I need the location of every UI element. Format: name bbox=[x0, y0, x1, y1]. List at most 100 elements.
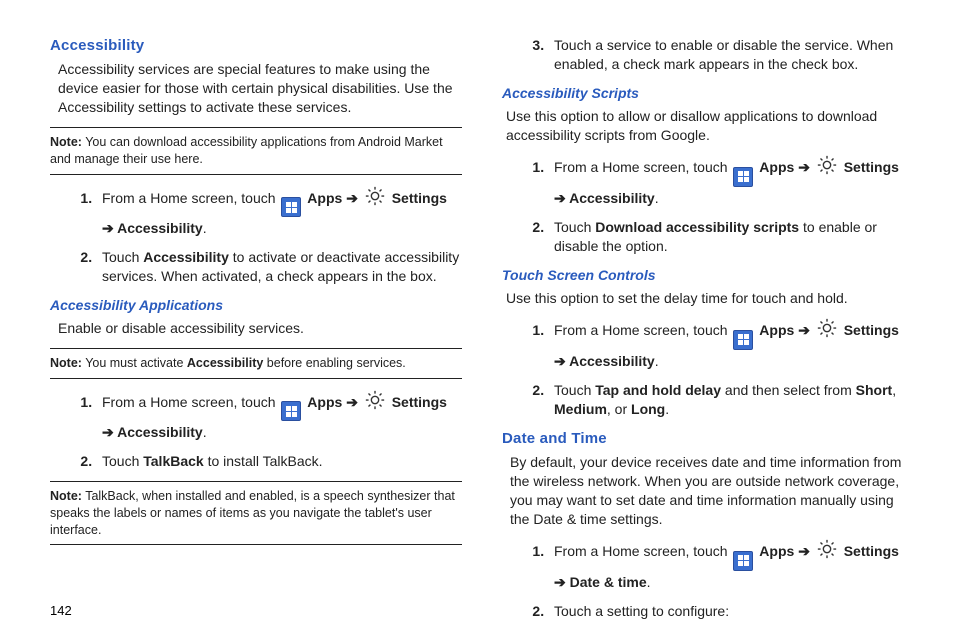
arrow-icon: ➔ bbox=[798, 159, 814, 175]
accessibility-intro: Accessibility services are special featu… bbox=[58, 60, 462, 117]
accessibility-label: Accessibility bbox=[117, 424, 203, 440]
step-3: Touch a service to enable or disable the… bbox=[548, 36, 914, 74]
step-text: Touch bbox=[102, 249, 143, 265]
heading-accessibility-scripts: Accessibility Scripts bbox=[502, 84, 914, 103]
period: . bbox=[203, 424, 207, 440]
step-text: and then select from bbox=[721, 382, 856, 398]
step-2: Touch TalkBack to install TalkBack. bbox=[96, 452, 462, 471]
period: . bbox=[665, 401, 669, 417]
gear-icon bbox=[364, 389, 386, 416]
arrow-icon: ➔ bbox=[798, 322, 814, 338]
scripts-intro: Use this option to allow or disallow app… bbox=[506, 107, 914, 145]
step-1: From a Home screen, touch Apps ➔ Setting… bbox=[548, 538, 914, 591]
step-2: Touch a setting to configure: bbox=[548, 602, 914, 621]
arrow-icon: ➔ bbox=[102, 424, 117, 440]
step-2: Touch Accessibility to activate or deact… bbox=[96, 248, 462, 286]
step-1: From a Home screen, touch Apps ➔ Setting… bbox=[548, 317, 914, 370]
touch-steps: From a Home screen, touch Apps ➔ Setting… bbox=[502, 317, 914, 418]
apps-label: Apps bbox=[307, 190, 346, 206]
note-label: Note: bbox=[50, 135, 82, 149]
step-text: to install TalkBack. bbox=[204, 453, 323, 469]
apps-label: Apps bbox=[307, 394, 346, 410]
arrow-icon: ➔ bbox=[554, 190, 569, 206]
arrow-icon: ➔ bbox=[554, 353, 569, 369]
note-label: Note: bbox=[50, 356, 82, 370]
note-text: before enabling services. bbox=[263, 356, 405, 370]
settings-label: Settings bbox=[844, 322, 899, 338]
continued-steps: Touch a service to enable or disable the… bbox=[502, 36, 914, 74]
note-text: You must activate bbox=[82, 356, 187, 370]
short-bold: Short bbox=[856, 382, 893, 398]
apps-icon bbox=[733, 546, 753, 571]
settings-label: Settings bbox=[844, 543, 899, 559]
note-talkback: Note: TalkBack, when installed and enabl… bbox=[50, 481, 462, 546]
note-label: Note: bbox=[50, 489, 82, 503]
period: . bbox=[647, 574, 651, 590]
settings-label: Settings bbox=[844, 159, 899, 175]
accessibility-steps: From a Home screen, touch Apps ➔ Setting… bbox=[50, 185, 462, 286]
heading-touch-screen-controls: Touch Screen Controls bbox=[502, 266, 914, 285]
datetime-steps: From a Home screen, touch Apps ➔ Setting… bbox=[502, 538, 914, 620]
datetime-intro: By default, your device receives date an… bbox=[510, 453, 914, 529]
long-bold: Long bbox=[631, 401, 665, 417]
access-apps-steps: From a Home screen, touch Apps ➔ Setting… bbox=[50, 389, 462, 471]
step-text: , or bbox=[607, 401, 631, 417]
arrow-icon: ➔ bbox=[798, 543, 814, 559]
period: . bbox=[203, 220, 207, 236]
step-1: From a Home screen, touch Apps ➔ Setting… bbox=[548, 154, 914, 207]
accessibility-label: Accessibility bbox=[117, 220, 203, 236]
gear-icon bbox=[816, 154, 838, 181]
step-2: Touch Download accessibility scripts to … bbox=[548, 218, 914, 256]
apps-label: Apps bbox=[759, 159, 798, 175]
heading-accessibility-applications: Accessibility Applications bbox=[50, 296, 462, 315]
download-scripts-bold: Download accessibility scripts bbox=[595, 219, 799, 235]
step-text: Touch bbox=[102, 453, 143, 469]
apps-icon bbox=[281, 397, 301, 422]
heading-date-time: Date and Time bbox=[502, 429, 914, 449]
step-2: Touch Tap and hold delay and then select… bbox=[548, 381, 914, 419]
period: . bbox=[655, 353, 659, 369]
settings-label: Settings bbox=[392, 394, 447, 410]
gear-icon bbox=[816, 317, 838, 344]
tap-hold-bold: Tap and hold delay bbox=[595, 382, 721, 398]
date-time-label: Date & time bbox=[570, 574, 647, 590]
touch-intro: Use this option to set the delay time fo… bbox=[506, 289, 914, 308]
step-text: From a Home screen, touch bbox=[554, 322, 731, 338]
medium-bold: Medium bbox=[554, 401, 607, 417]
period: . bbox=[655, 190, 659, 206]
note-download-apps: Note: You can download accessibility app… bbox=[50, 127, 462, 175]
note-text: You can download accessibility applicati… bbox=[50, 135, 443, 166]
arrow-icon: ➔ bbox=[102, 220, 117, 236]
step-1: From a Home screen, touch Apps ➔ Setting… bbox=[96, 185, 462, 238]
step-text: From a Home screen, touch bbox=[102, 190, 279, 206]
left-column: Accessibility Accessibility services are… bbox=[50, 30, 462, 616]
scripts-steps: From a Home screen, touch Apps ➔ Setting… bbox=[502, 154, 914, 255]
right-column: Touch a service to enable or disable the… bbox=[502, 30, 914, 616]
gear-icon bbox=[816, 538, 838, 565]
page-number: 142 bbox=[50, 603, 72, 618]
step-text: From a Home screen, touch bbox=[554, 159, 731, 175]
step-text: Touch a service to enable or disable the… bbox=[554, 37, 893, 72]
apps-icon bbox=[733, 162, 753, 187]
accessibility-label: Accessibility bbox=[569, 353, 655, 369]
step-text: From a Home screen, touch bbox=[102, 394, 279, 410]
accessibility-label: Accessibility bbox=[569, 190, 655, 206]
access-apps-intro: Enable or disable accessibility services… bbox=[58, 319, 462, 338]
step-text: From a Home screen, touch bbox=[554, 543, 731, 559]
accessibility-bold: Accessibility bbox=[187, 356, 263, 370]
step-text: Touch a setting to configure: bbox=[554, 603, 729, 619]
apps-label: Apps bbox=[759, 543, 798, 559]
note-text: TalkBack, when installed and enabled, is… bbox=[50, 489, 455, 537]
arrow-icon: ➔ bbox=[554, 574, 570, 590]
accessibility-bold: Accessibility bbox=[143, 249, 229, 265]
note-activate-first: Note: You must activate Accessibility be… bbox=[50, 348, 462, 379]
step-text: , bbox=[892, 382, 896, 398]
apps-icon bbox=[281, 193, 301, 218]
gear-icon bbox=[364, 185, 386, 212]
arrow-icon: ➔ bbox=[346, 394, 362, 410]
step-1: From a Home screen, touch Apps ➔ Setting… bbox=[96, 389, 462, 442]
apps-label: Apps bbox=[759, 322, 798, 338]
arrow-icon: ➔ bbox=[346, 190, 362, 206]
talkback-bold: TalkBack bbox=[143, 453, 203, 469]
heading-accessibility: Accessibility bbox=[50, 36, 462, 56]
